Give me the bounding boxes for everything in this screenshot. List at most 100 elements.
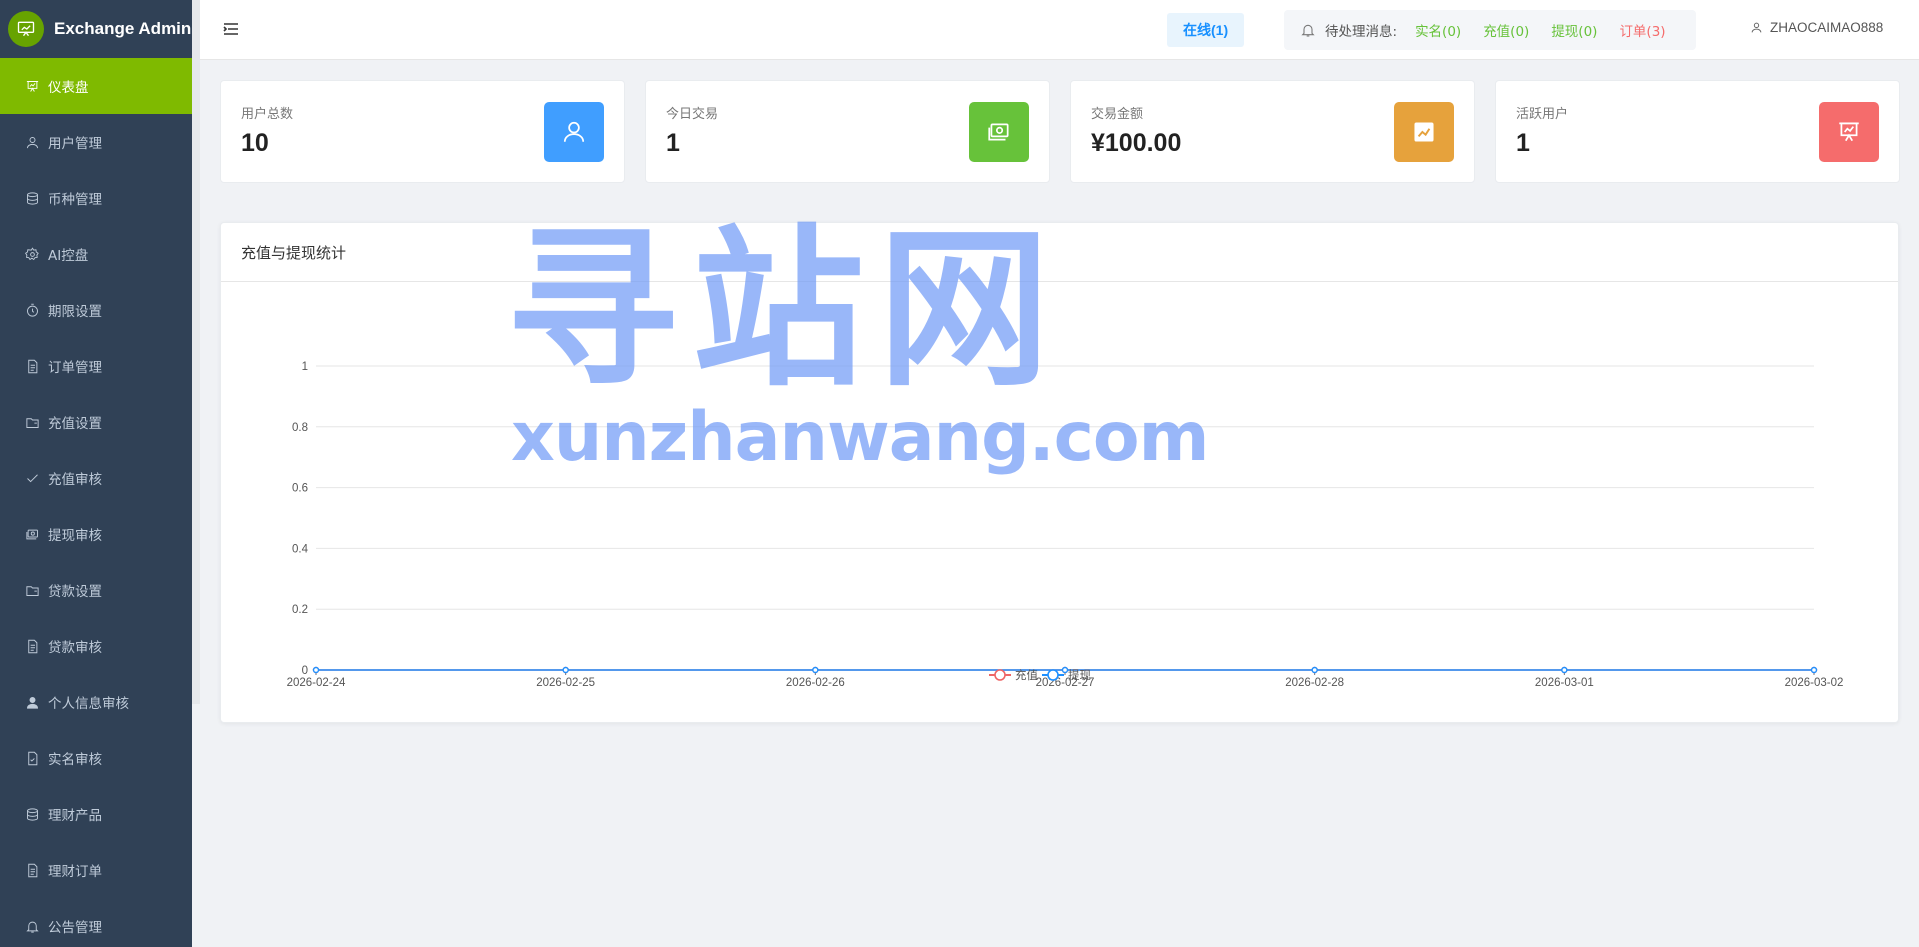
document-check-icon — [24, 750, 40, 766]
x-tick-label: 2026-03-01 — [1535, 677, 1594, 689]
sidebar-menu: 仪表盘用户管理币种管理 AI控盘期限设置订单管理充值设置充值审核提现审核贷款设置贷… — [0, 58, 192, 947]
data-point — [1561, 666, 1568, 674]
sidebar-item-0[interactable]: 仪表盘 — [0, 58, 192, 114]
data-point — [812, 666, 819, 674]
stat-label: 用户总数 — [241, 107, 294, 122]
person-icon — [24, 694, 40, 710]
stat-card-trade-amount: 交易金额 ¥100.00 — [1070, 80, 1475, 183]
database-icon — [24, 806, 40, 822]
legend-label: 充值 — [1015, 668, 1038, 682]
sidebar-item-label: 公告管理 — [48, 920, 102, 936]
pending-messages: 待处理消息: 实名(0) 充值(0) 提现(0) 订单(3) — [1284, 10, 1696, 50]
stat-label: 交易金额 — [1091, 107, 1144, 122]
sidebar-item-13[interactable]: 理财产品 — [0, 786, 192, 842]
x-tick-label: 2026-02-28 — [1285, 677, 1344, 689]
sidebar-item-8[interactable]: 提现审核 — [0, 506, 192, 562]
sidebar-item-10[interactable]: 贷款审核 — [0, 618, 192, 674]
x-tick-label: 2026-02-24 — [287, 677, 346, 689]
sidebar-item-4[interactable]: 期限设置 — [0, 282, 192, 338]
stat-card-users: 用户总数 10 — [220, 80, 625, 183]
document-icon — [24, 862, 40, 878]
header: 在线(1) 待处理消息: 实名(0) 充值(0) 提现(0) 订单(3) ZHA… — [200, 0, 1919, 60]
folder-icon — [24, 414, 40, 430]
sidebar-scrollbar[interactable] — [192, 0, 200, 704]
sidebar-item-11[interactable]: 个人信息审核 — [0, 674, 192, 730]
sidebar-item-3[interactable]: AI控盘 — [0, 226, 192, 282]
sidebar-item-label: AI控盘 — [48, 248, 89, 264]
data-point — [1061, 666, 1069, 674]
stat-card-today-trades: 今日交易 1 — [645, 80, 1050, 183]
sidebar-item-label: 仪表盘 — [48, 80, 89, 96]
y-tick-label: 0.4 — [292, 543, 309, 555]
gear-icon — [24, 246, 40, 262]
y-tick-label: 0.8 — [292, 422, 308, 434]
user-menu[interactable]: ZHAOCAIMAO888 — [1750, 20, 1883, 35]
hamburger-icon[interactable] — [222, 20, 240, 38]
sidebar-item-9[interactable]: 贷款设置 — [0, 562, 192, 618]
pending-recharge-link[interactable]: 充值(0) — [1483, 20, 1529, 40]
legend-label: 提现 — [1068, 668, 1091, 682]
sidebar-item-label: 充值审核 — [48, 472, 102, 488]
sidebar-item-label: 理财订单 — [48, 864, 102, 880]
sidebar-item-label: 理财产品 — [48, 808, 102, 824]
data-point — [562, 666, 569, 674]
stat-value: 10 — [241, 129, 269, 157]
pending-label: 待处理消息: — [1325, 24, 1398, 40]
trend-icon — [1394, 102, 1454, 162]
data-point — [1810, 666, 1818, 674]
dashboard-icon — [24, 78, 40, 94]
sidebar-item-label: 贷款审核 — [48, 640, 102, 656]
user-icon — [544, 102, 604, 162]
sidebar-item-label: 用户管理 — [48, 136, 102, 152]
document-icon — [24, 638, 40, 654]
stat-label: 今日交易 — [666, 107, 719, 122]
stat-label: 活跃用户 — [1516, 107, 1569, 122]
sidebar-item-5[interactable]: 订单管理 — [0, 338, 192, 394]
y-tick-label: 0.6 — [292, 483, 308, 495]
money-icon — [24, 526, 40, 542]
pending-withdraw-link[interactable]: 提现(0) — [1551, 20, 1597, 40]
sidebar-item-12[interactable]: 实名审核 — [0, 730, 192, 786]
stat-value: 1 — [1516, 129, 1530, 157]
sidebar-item-7[interactable]: 充值审核 — [0, 450, 192, 506]
legend-marker — [1047, 669, 1059, 681]
brand[interactable]: Exchange Admin — [0, 0, 192, 58]
x-tick-label: 2026-02-25 — [536, 677, 595, 689]
chart-panel: 充值与提现统计 0 0.2 0.4 0.6 0.8 1 2026-02-24 2026-02-… — [220, 222, 1899, 723]
sidebar-item-6[interactable]: 充值设置 — [0, 394, 192, 450]
username: ZHAOCAIMAO888 — [1770, 20, 1884, 35]
brand-logo-icon — [8, 11, 44, 47]
money-icon — [969, 102, 1029, 162]
pending-orders-link[interactable]: 订单(3) — [1619, 20, 1665, 40]
timer-icon — [24, 302, 40, 318]
presentation-icon — [1819, 102, 1879, 162]
sidebar-item-14[interactable]: 理财订单 — [0, 842, 192, 898]
x-tick-label: 2026-02-26 — [786, 677, 845, 689]
bell-icon — [1301, 24, 1315, 37]
sidebar-item-label: 币种管理 — [48, 192, 102, 208]
sidebar-item-15[interactable]: 公告管理 — [0, 898, 192, 947]
y-tick-label: 0 — [302, 665, 308, 677]
legend-marker — [994, 669, 1006, 681]
online-badge[interactable]: 在线(1) — [1167, 13, 1245, 47]
user-icon — [1751, 22, 1762, 33]
data-point — [312, 666, 320, 674]
brand-title: Exchange Admin — [54, 19, 192, 38]
sidebar-item-label: 期限设置 — [48, 304, 102, 320]
pending-realname-link[interactable]: 实名(0) — [1415, 20, 1461, 40]
sidebar-item-label: 贷款设置 — [48, 584, 102, 600]
sidebar-item-label: 订单管理 — [48, 360, 102, 376]
sidebar-item-1[interactable]: 用户管理 — [0, 114, 192, 170]
stat-value: ¥100.00 — [1091, 129, 1182, 157]
sidebar-item-label: 个人信息审核 — [48, 696, 129, 712]
data-point — [1311, 666, 1318, 674]
x-tick-label: 2026-03-02 — [1785, 677, 1844, 689]
sidebar-item-2[interactable]: 币种管理 — [0, 170, 192, 226]
y-tick-label: 0.2 — [292, 604, 308, 616]
document-icon — [24, 358, 40, 374]
stat-card-active-users: 活跃用户 1 — [1495, 80, 1900, 183]
sidebar-item-label: 充值设置 — [48, 416, 102, 432]
sidebar-item-label: 实名审核 — [48, 752, 102, 768]
sidebar: Exchange Admin 仪表盘用户管理币种管理 AI控盘期限设置订单管理充值… — [0, 0, 192, 947]
folder-icon — [24, 582, 40, 598]
